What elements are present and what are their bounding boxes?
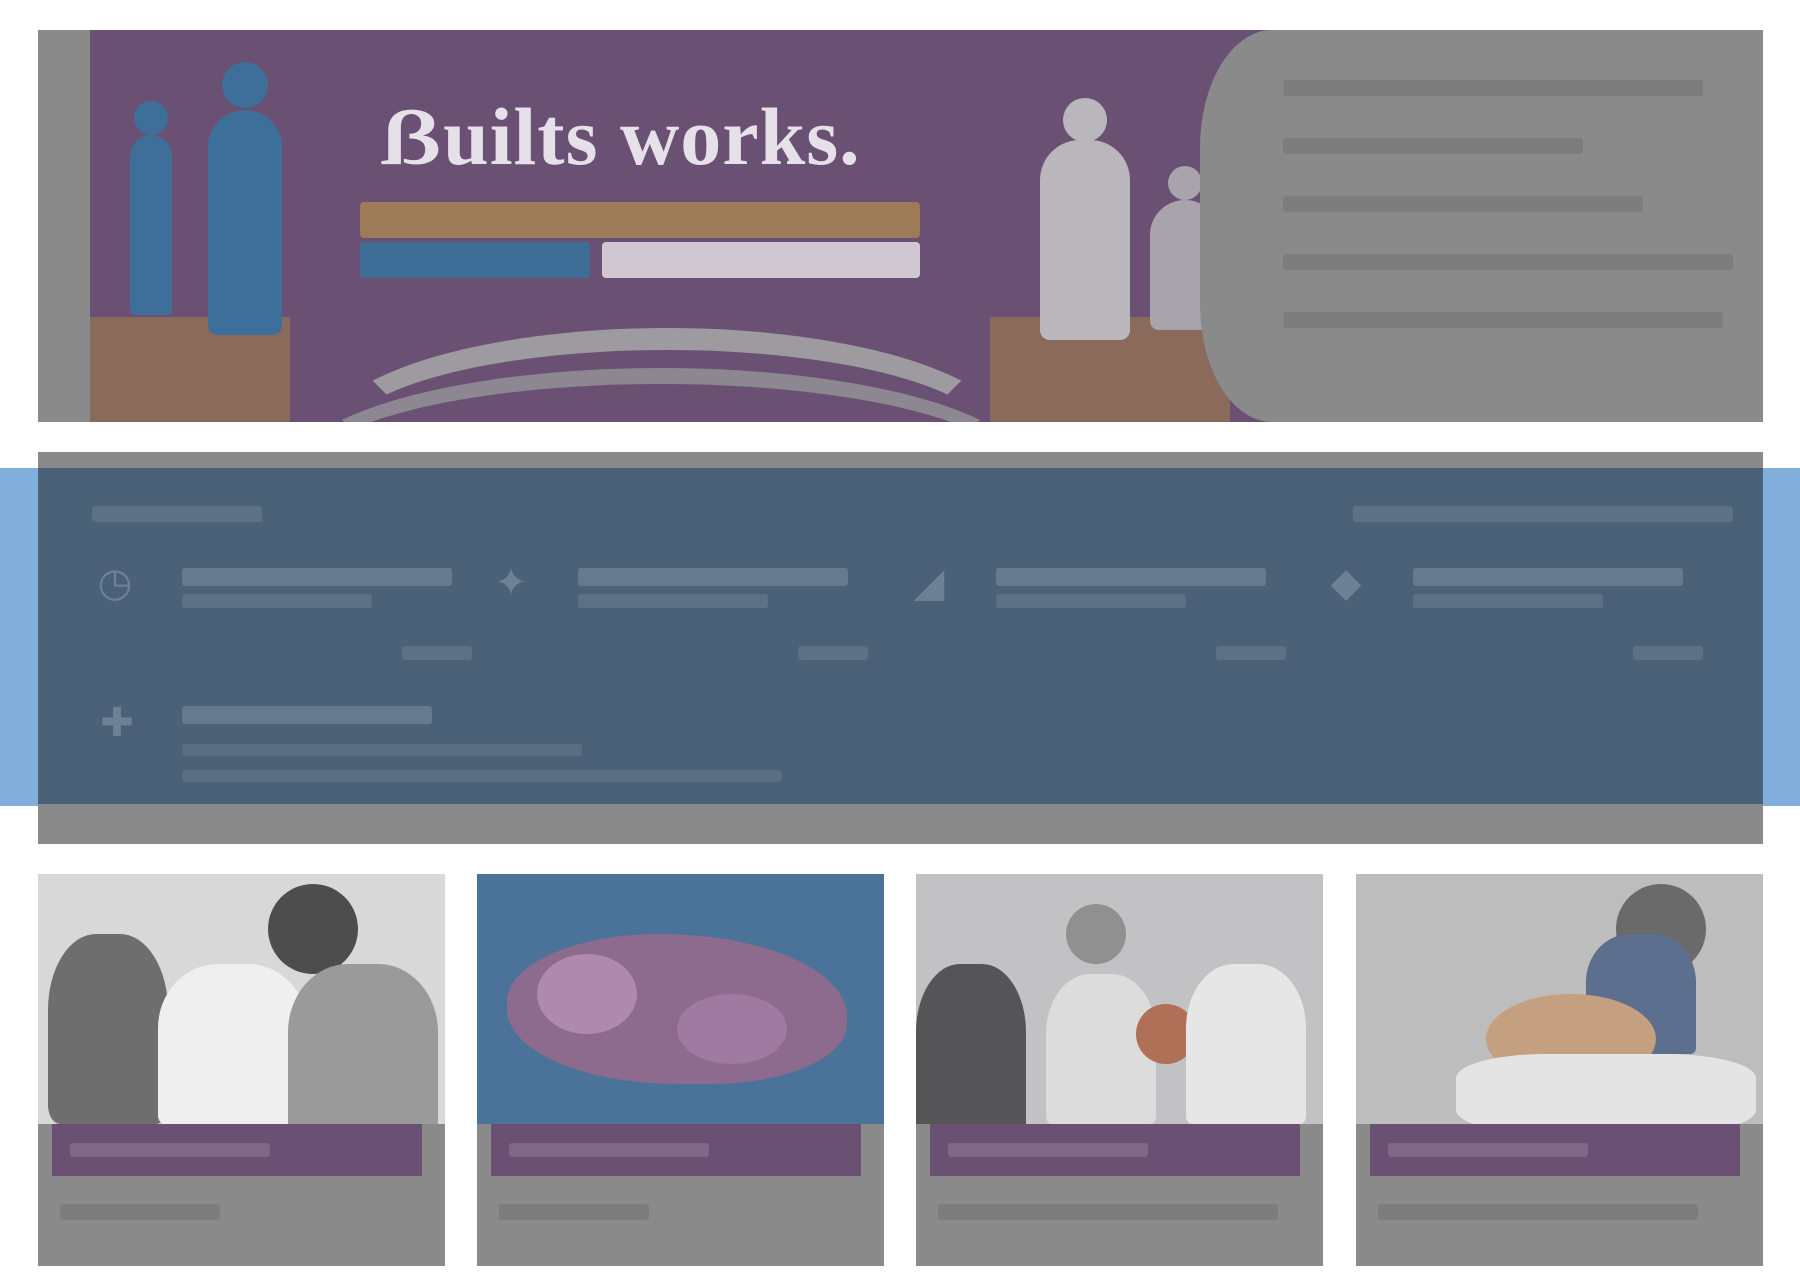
hero-text-line bbox=[1283, 80, 1703, 96]
card-caption bbox=[1378, 1204, 1738, 1220]
metrics-band-panel: ◷ ✦ ◢ ◆ ✚ bbox=[38, 468, 1763, 804]
cards-row bbox=[38, 874, 1763, 1266]
card-caption bbox=[938, 1204, 1298, 1220]
metric-title bbox=[578, 568, 848, 586]
metric-more-link[interactable] bbox=[1216, 646, 1286, 660]
metric-subtitle bbox=[996, 594, 1186, 608]
card-patient-care[interactable] bbox=[1356, 874, 1763, 1266]
info-icon: ✚ bbox=[100, 701, 134, 745]
hero-text-line bbox=[1283, 254, 1733, 270]
metric-item[interactable]: ◆ bbox=[1323, 560, 1723, 670]
metric-item[interactable]: ◢ bbox=[906, 560, 1306, 670]
metric-subtitle bbox=[182, 594, 372, 608]
hero-banner-section[interactable]: ẞuilts works. bbox=[38, 30, 1763, 422]
hero-text-line bbox=[1283, 312, 1723, 328]
star-icon: ✦ bbox=[494, 561, 528, 605]
hero-tagline-bar bbox=[602, 242, 920, 278]
team-meeting-photo bbox=[916, 874, 1323, 1124]
figure-white bbox=[1040, 98, 1130, 340]
metric-more-link[interactable] bbox=[402, 646, 472, 660]
clock-icon: ◷ bbox=[97, 561, 133, 605]
metric-item[interactable]: ✦ bbox=[488, 560, 888, 670]
card-caption bbox=[60, 1204, 420, 1220]
footer-text-line bbox=[182, 744, 582, 756]
card-ribbon bbox=[52, 1124, 422, 1176]
card-ribbon bbox=[930, 1124, 1300, 1176]
metric-subtitle bbox=[578, 594, 768, 608]
figure-small-blue bbox=[130, 101, 172, 315]
hero-banner-edge bbox=[1200, 30, 1280, 422]
metric-more-link[interactable] bbox=[1633, 646, 1703, 660]
metric-title bbox=[1413, 568, 1683, 586]
card-ribbon bbox=[491, 1124, 861, 1176]
metric-item[interactable]: ◷ bbox=[92, 560, 492, 670]
band-link[interactable] bbox=[1353, 506, 1733, 522]
metrics-band: ◷ ✦ ◢ ◆ ✚ bbox=[38, 452, 1763, 844]
band-heading bbox=[92, 506, 262, 522]
metric-more-link[interactable] bbox=[798, 646, 868, 660]
metric-subtitle bbox=[1413, 594, 1603, 608]
hero-subtitle-bar bbox=[360, 202, 920, 238]
tag-icon: ◆ bbox=[1330, 561, 1362, 605]
card-us-map[interactable] bbox=[477, 874, 884, 1266]
card-caption bbox=[499, 1204, 859, 1220]
band-footer: ✚ bbox=[92, 698, 892, 798]
us-map-illustration bbox=[477, 874, 884, 1124]
hero-highlight-bar bbox=[360, 242, 590, 278]
footer-text-line bbox=[182, 770, 782, 782]
doctors-consultation-photo bbox=[38, 874, 445, 1124]
hero-text-line bbox=[1283, 138, 1583, 154]
metric-title bbox=[182, 568, 452, 586]
footer-title bbox=[182, 706, 432, 724]
card-ribbon bbox=[1370, 1124, 1740, 1176]
figure-tall-blue bbox=[208, 62, 282, 335]
card-team-meeting[interactable] bbox=[916, 874, 1323, 1266]
patient-care-photo bbox=[1356, 874, 1763, 1124]
metric-title bbox=[996, 568, 1266, 586]
hero-banner-graphic: ẞuilts works. bbox=[90, 30, 1280, 422]
card-doctors-consultation[interactable] bbox=[38, 874, 445, 1266]
hero-text-line bbox=[1283, 196, 1643, 212]
chart-icon: ◢ bbox=[913, 561, 945, 605]
hero-text-block bbox=[1283, 80, 1743, 370]
hero-title: ẞuilts works. bbox=[380, 91, 861, 182]
page: ẞuilts works. ◷ ✦ ◢ ◆ ✚ bbox=[0, 0, 1800, 1280]
